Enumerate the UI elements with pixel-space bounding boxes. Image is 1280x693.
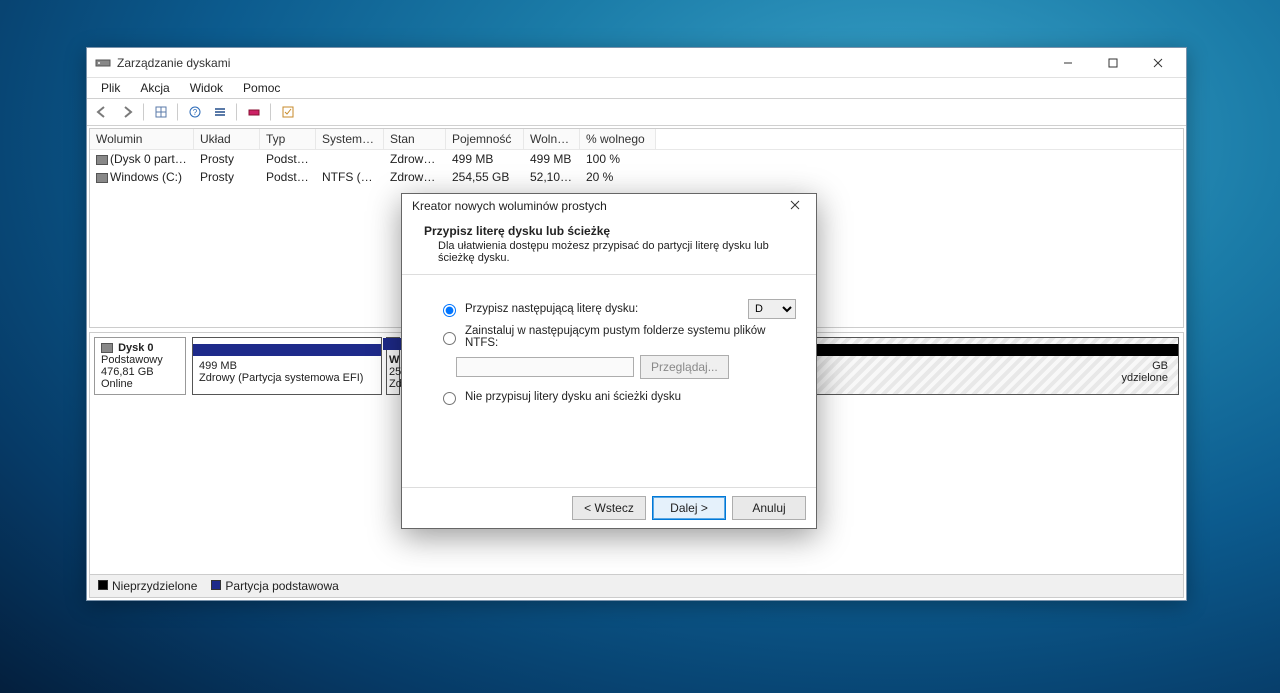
col-layout[interactable]: Układ <box>194 129 260 149</box>
drive-icon[interactable] <box>243 101 265 123</box>
browse-button[interactable]: Przeglądaj... <box>640 355 729 379</box>
table-header: Wolumin Układ Typ System plik... Stan Po… <box>90 129 1183 150</box>
drive-letter-select[interactable]: D <box>748 299 796 319</box>
mount-path-field <box>456 357 634 377</box>
menu-file[interactable]: Plik <box>91 78 130 98</box>
col-status[interactable]: Stan <box>384 129 446 149</box>
legend: Nieprzydzielone Partycja podstawowa <box>90 574 1183 597</box>
radio-no-assign[interactable] <box>443 392 456 405</box>
maximize-button[interactable] <box>1090 48 1135 77</box>
menu-help[interactable]: Pomoc <box>233 78 290 98</box>
label-mount-folder: Zainstaluj w następującym pustym folderz… <box>465 325 796 349</box>
dialog-footer: < Wstecz Dalej > Anuluj <box>402 487 816 528</box>
menubar: Plik Akcja Widok Pomoc <box>87 78 1186 99</box>
toolbar-separator <box>270 103 272 121</box>
table-row[interactable]: Windows (C:) Prosty Podstaw... NTFS (Zas… <box>90 168 1183 186</box>
disk-info[interactable]: Dysk 0 Podstawowy 476,81 GB Online <box>94 337 186 395</box>
dialog-heading: Przypisz literę dysku lub ścieżkę <box>424 224 610 238</box>
table-row[interactable]: (Dysk 0 partycja 1) Prosty Podstaw... Zd… <box>90 150 1183 168</box>
partition-efi[interactable]: 499 MB Zdrowy (Partycja systemowa EFI) <box>192 337 382 395</box>
volume-icon <box>96 155 108 165</box>
dialog-titlebar: Kreator nowych woluminów prostych <box>402 194 816 218</box>
next-button[interactable]: Dalej > <box>652 496 726 520</box>
back-button[interactable]: < Wstecz <box>572 496 646 520</box>
radio-mount-folder[interactable] <box>443 332 456 345</box>
col-pct[interactable]: % wolnego <box>580 129 656 149</box>
menu-view[interactable]: Widok <box>180 78 233 98</box>
back-icon[interactable] <box>91 101 113 123</box>
volume-icon <box>96 173 108 183</box>
dialog-close-button[interactable] <box>782 199 808 213</box>
toolbar-separator <box>177 103 179 121</box>
grid-icon[interactable] <box>150 101 172 123</box>
close-button[interactable] <box>1135 48 1180 77</box>
list-icon[interactable] <box>209 101 231 123</box>
toolbar-separator <box>143 103 145 121</box>
col-free[interactable]: Wolne ... <box>524 129 580 149</box>
titlebar: Zarządzanie dyskami <box>87 48 1186 78</box>
col-volume[interactable]: Wolumin <box>90 129 194 149</box>
svg-text:?: ? <box>193 108 198 117</box>
col-capacity[interactable]: Pojemność <box>446 129 524 149</box>
toolbar: ? <box>87 99 1186 126</box>
legend-unallocated: Nieprzydzielone <box>98 579 197 593</box>
cancel-button[interactable]: Anuluj <box>732 496 806 520</box>
wizard-dialog: Kreator nowych woluminów prostych Przypi… <box>401 193 817 529</box>
toolbar-separator <box>236 103 238 121</box>
disk-icon <box>101 343 113 353</box>
col-fs[interactable]: System plik... <box>316 129 384 149</box>
dialog-body: Przypisz następującą literę dysku: D Zai… <box>402 275 816 487</box>
partition-windows[interactable]: W 25 Zd <box>386 337 400 395</box>
forward-icon[interactable] <box>116 101 138 123</box>
label-no-assign: Nie przypisuj litery dysku ani ścieżki d… <box>465 391 681 403</box>
help-icon[interactable]: ? <box>184 101 206 123</box>
label-assign-letter: Przypisz następującą literę dysku: <box>465 303 742 315</box>
dialog-subheading: Dla ułatwienia dostępu możesz przypisać … <box>424 238 802 264</box>
menu-action[interactable]: Akcja <box>130 78 179 98</box>
radio-assign-letter[interactable] <box>443 304 456 317</box>
col-type[interactable]: Typ <box>260 129 316 149</box>
dialog-title: Kreator nowych woluminów prostych <box>412 199 782 213</box>
check-icon[interactable] <box>277 101 299 123</box>
dialog-header: Przypisz literę dysku lub ścieżkę Dla uł… <box>402 218 816 275</box>
app-icon <box>95 55 111 71</box>
window-title: Zarządzanie dyskami <box>117 56 1045 70</box>
minimize-button[interactable] <box>1045 48 1090 77</box>
legend-primary: Partycja podstawowa <box>211 579 338 593</box>
